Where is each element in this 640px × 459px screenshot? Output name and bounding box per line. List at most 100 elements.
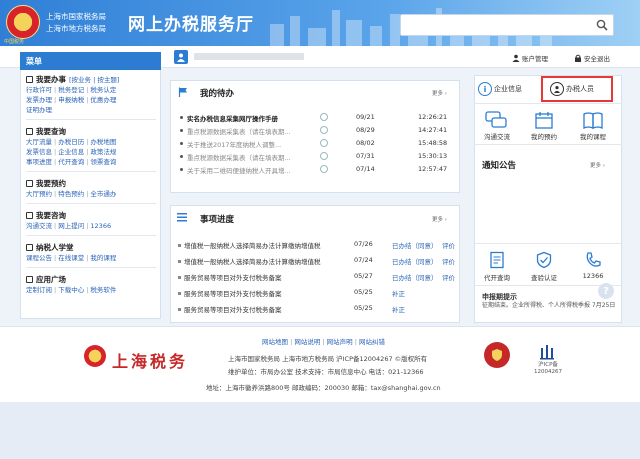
todo-row[interactable]: 重点税源数据采集表（请在填表期... 08/29 14:27:41 (180, 125, 452, 138)
sidebar-link[interactable]: 税务登记 (58, 86, 84, 94)
rate-link[interactable]: 评价 (442, 272, 455, 282)
bullet-icon (180, 168, 183, 171)
sidebar-link[interactable]: 企业信息 (58, 148, 84, 156)
tab-tax-person[interactable]: 办税人员 (550, 82, 594, 96)
sidebar-link[interactable]: 课程公告 (26, 254, 52, 262)
emblem-tag: 中国税务 (4, 39, 25, 45)
sidebar-link[interactable]: 行政许可 (26, 86, 52, 94)
sidebar-link-row: 发票办理 | 申报纳税 | 优惠办理 (26, 95, 158, 105)
sidebar-section-toggle[interactable]: [按业务 | 按主题] (69, 75, 119, 85)
divider (474, 144, 622, 145)
police-badge-icon[interactable] (484, 342, 510, 368)
sidebar-link[interactable]: 下载中心 (58, 286, 84, 294)
sidebar-link[interactable]: 发票信息 (26, 148, 52, 156)
sidebar-link[interactable]: 大厅流量 (26, 138, 52, 146)
sidebar-link[interactable]: 代开查询 (58, 158, 84, 166)
footer-link[interactable]: 网站纠错 (359, 338, 385, 346)
progress-row[interactable]: 服务贸易等项目对外支付税务备案 05/25 补正 (178, 304, 456, 320)
footer-address: 地址：上海市徽养浜路800号 邮政编码：200030 邮箱：tax@shangh… (206, 384, 441, 392)
footer-link[interactable]: 网站说明 (294, 338, 320, 346)
progress-row[interactable]: 增值税一般纳税人选择简易办法计算缴纳增值税 07/26 已办结（同意） 评价 (178, 240, 456, 256)
search-input[interactable] (400, 14, 614, 36)
account-management-link[interactable]: 账户管理 (512, 53, 548, 63)
progress-row[interactable]: 服务贸易等项目对外支付税务备案 05/25 补正 (178, 288, 456, 304)
todo-item-time: 15:30:13 (418, 152, 448, 160)
service-hotline[interactable]: 12366 (572, 272, 614, 280)
icp-badge-icon[interactable] (538, 342, 556, 360)
graduation-icon (26, 244, 33, 251)
separator: | (86, 190, 89, 198)
progress-row[interactable]: 增值税一般纳税人选择简易办法计算缴纳增值税 07/24 已办结（同意） 评价 (178, 256, 456, 272)
quick-link-reservation[interactable]: 我的预约 (523, 131, 565, 141)
footer-maintainer: 维护单位：市局办公室 技术支持：市局信息中心 电话：021-12366 (228, 368, 424, 376)
sidebar-link[interactable]: 领票查询 (90, 158, 116, 166)
todo-item-time: 15:48:58 (418, 139, 448, 147)
sidebar-link[interactable]: 税务软件 (90, 286, 116, 294)
todo-row[interactable]: 实名办税信息采集网厅操作手册 09/21 12:26:21 (180, 112, 452, 125)
quick-link-chat[interactable]: 沟通交流 (476, 131, 518, 141)
sidebar-link[interactable]: 发票办理 (26, 96, 52, 104)
sidebar-link[interactable]: 定制订阅 (26, 286, 52, 294)
todo-row[interactable]: 重点税源数据采集表（请在填表期... 07/31 15:30:13 (180, 151, 452, 164)
sidebar-link[interactable]: 办税地图 (90, 138, 116, 146)
progress-item-date: 07/26 (354, 240, 373, 248)
rate-link[interactable]: 评价 (442, 256, 455, 266)
sidebar-link[interactable]: 12366 (90, 222, 111, 230)
sidebar-link[interactable]: 大厅预约 (26, 190, 52, 198)
sidebar-link[interactable]: 网上提问 (58, 222, 84, 230)
progress-more-link[interactable]: 更多 › (432, 215, 447, 223)
rate-link[interactable]: 评价 (442, 240, 455, 250)
separator: | (54, 86, 57, 94)
sidebar-link[interactable]: 证明办理 (26, 106, 52, 114)
sidebar-link[interactable]: 全市通办 (90, 190, 116, 198)
footer-link[interactable]: 网站地图 (262, 338, 288, 346)
separator: | (86, 222, 89, 230)
separator: | (86, 96, 89, 104)
sidebar-link[interactable]: 政策法规 (90, 148, 116, 156)
sidebar-link[interactable]: 在线课堂 (58, 254, 84, 262)
bullet-icon (178, 308, 181, 311)
progress-item-status: 补正 (392, 306, 405, 314)
service-invoice-query[interactable]: 代开查询 (476, 272, 518, 282)
progress-item-text: 服务贸易等项目对外支付税务备案 (184, 306, 282, 314)
flag-icon (178, 87, 188, 97)
sidebar-link[interactable]: 特色预约 (58, 190, 84, 198)
service-verification[interactable]: 查验认证 (523, 272, 565, 282)
todo-item-date: 08/02 (356, 139, 375, 147)
todo-row[interactable]: 关于推送2017年度纳税人调整... 08/02 15:48:58 (180, 138, 452, 151)
progress-row[interactable]: 服务贸易等项目对外支付税务备案 05/27 已办结（同意） 评价 (178, 272, 456, 288)
search-button[interactable] (591, 15, 613, 35)
separator: | (86, 158, 89, 166)
sidebar-link[interactable]: 申报纳税 (58, 96, 84, 104)
tab-company-info[interactable]: i 企业信息 (478, 82, 522, 96)
divider (474, 243, 622, 244)
todo-more-link[interactable]: 更多 › (432, 89, 447, 97)
notice-more-link[interactable]: 更多 › (590, 161, 605, 169)
sidebar-link[interactable]: 优惠办理 (90, 96, 116, 104)
todo-item-date: 07/14 (356, 165, 375, 173)
sidebar-link[interactable]: 事项进度 (26, 158, 52, 166)
footer-link[interactable]: 网站声明 (327, 338, 353, 346)
todo-list: 实名办税信息采集网厅操作手册 09/21 12:26:21 重点税源数据采集表（请在填… (180, 112, 452, 177)
footer-logo-text: 上海税务 (112, 352, 189, 371)
sidebar-link[interactable]: 税务认定 (90, 86, 116, 94)
todo-row[interactable]: 关于采用二维码便捷纳税人开具增... 07/14 12:57:47 (180, 164, 452, 177)
bottom-strip (0, 402, 640, 459)
icp-badge-text: 沪ICP备 12004267 (534, 362, 562, 375)
logout-link[interactable]: 安全退出 (574, 53, 610, 63)
sidebar-section-title: 我要办事 (36, 75, 66, 84)
footer-copyright: 上海市国家税务局 上海市地方税务局 沪ICP备12004267 ©版权所有 (228, 355, 428, 363)
help-float-icon[interactable]: ? (598, 283, 614, 299)
todo-item-time: 14:27:41 (418, 126, 448, 134)
todo-item-date: 07/31 (356, 152, 375, 160)
separator: | (54, 254, 57, 262)
sidebar-link[interactable]: 办税日历 (58, 138, 84, 146)
divider (26, 171, 156, 172)
sidebar-link[interactable]: 我的课程 (90, 254, 116, 262)
separator: | (54, 96, 57, 104)
sidebar-section-title: 纳税人学堂 (36, 243, 74, 252)
divider (26, 119, 156, 120)
progress-item-text: 增值税一般纳税人选择简易办法计算缴纳增值税 (184, 242, 321, 250)
quick-link-courses[interactable]: 我的课程 (572, 131, 614, 141)
sidebar-link[interactable]: 沟通交流 (26, 222, 52, 230)
